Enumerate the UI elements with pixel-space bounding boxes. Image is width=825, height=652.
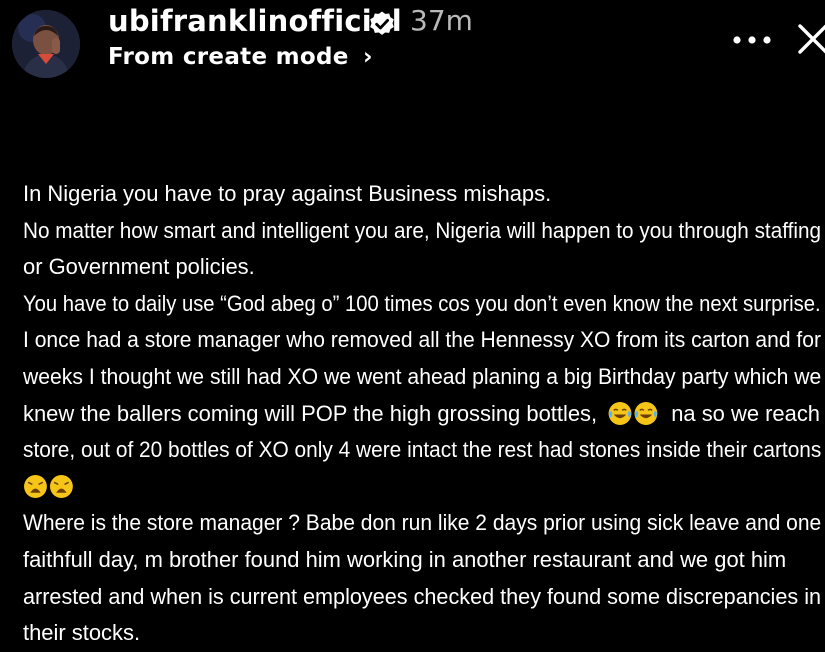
caption-line-with-emoji: knew the ballers coming will POP the hig… [23,396,821,433]
caption-line: store, out of 20 bottles of XO only 4 we… [23,437,822,463]
laughing-emoji-pair [607,401,665,426]
caption-line: In Nigeria you have to pray against Busi… [23,181,552,206]
caption-text: na so we reach [671,400,821,426]
weary-face-emoji-icon [24,474,47,498]
caption-line: arrested and when is current employees c… [23,583,822,609]
weary-emoji-line [23,469,821,506]
caption-text: knew the ballers coming will POP the hig… [23,400,598,426]
create-mode-label: From create mode [108,44,349,70]
caption-line: or Government policies. [23,254,255,280]
create-mode-link[interactable]: From create mode › [108,44,373,70]
tears-of-joy-emoji-icon [608,401,632,425]
caption-line: faithfull day, m brother found him worki… [23,546,787,572]
caption-line: No matter how smart and intelligent you … [23,217,822,243]
profile-avatar[interactable] [12,10,80,78]
caption-line: Where is the store manager ? Babe don ru… [23,510,822,536]
weary-face-emoji-icon [49,474,73,498]
post-caption: In Nigeria you have to pray against Busi… [23,176,823,652]
caption-line: You have to daily use “God abeg o” 100 t… [23,290,821,316]
more-horizontal-icon[interactable] [728,25,778,55]
username[interactable]: ubifranklinofficial [108,4,402,38]
close-icon[interactable] [796,14,825,64]
tears-of-joy-emoji-icon [634,401,658,425]
caption-line: weeks I thought we still had XO we went … [23,363,822,389]
post-time: 37m [410,4,473,37]
chevron-right-icon: › [363,44,373,70]
caption-line: I once had a store manager who removed a… [23,327,821,353]
caption-line: their stocks. [23,620,141,646]
verified-badge-icon [370,11,394,35]
avatar-image [12,10,80,78]
